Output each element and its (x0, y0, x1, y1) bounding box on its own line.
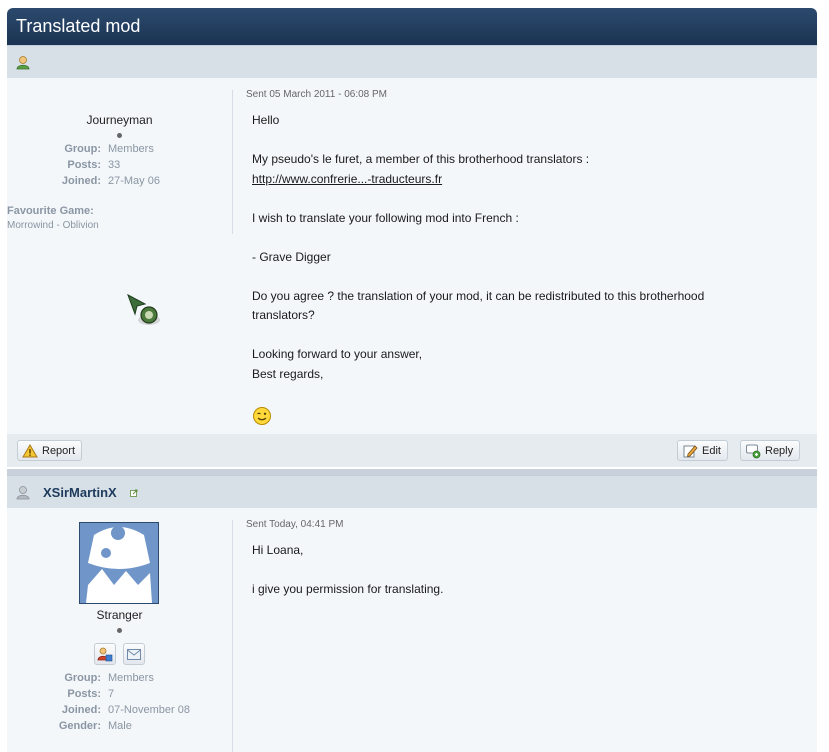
user-offline-icon (16, 486, 30, 500)
avatar[interactable] (79, 522, 159, 604)
online-status-dot (117, 628, 122, 633)
brotherhood-link[interactable]: http://www.confrerie...-traducteurs.fr (252, 172, 442, 186)
topic-title: Translated mod (16, 16, 141, 36)
report-button[interactable]: Report (17, 440, 83, 461)
post-line: Looking forward to your answer, (252, 347, 423, 361)
reply-label: Reply (765, 444, 794, 457)
post-line: Best regards, (252, 366, 324, 381)
topic-title-bar: Translated mod (7, 8, 817, 45)
post-content: Hi Loana, i give you permission for tran… (252, 541, 792, 600)
author-info: Journeyman Group: Members Posts: 33 Join… (7, 78, 232, 434)
edit-button[interactable]: Edit (677, 440, 728, 461)
online-status-dot (117, 133, 122, 138)
post-body: Stranger Group: Members Posts: 7 Joined: (7, 508, 817, 752)
game-cursor-icon (127, 293, 160, 325)
info-group: Group: Members (64, 143, 154, 155)
post-line: I wish to translate your following mod i… (252, 210, 519, 225)
favourite-game-value: Morrowind - Oblivion (7, 220, 99, 231)
post-line: Hello (252, 113, 280, 127)
envelope-icon (127, 649, 141, 660)
warning-icon (22, 443, 38, 457)
post-line: My pseudo's le furet, a member of this b… (252, 152, 590, 166)
reply-icon (746, 444, 761, 458)
info-posts: Posts: 7 (67, 688, 115, 700)
author-info: Stranger Group: Members Posts: 7 Joined: (7, 508, 232, 752)
author-rank: Stranger (96, 608, 143, 622)
post-line: - Grave Digger (252, 249, 331, 264)
post-footer: Report Edit Reply (7, 434, 817, 467)
info-joined: Joined: 27-May 06 (61, 175, 160, 187)
external-link-icon[interactable] (130, 489, 138, 497)
column-divider (232, 520, 233, 752)
edit-icon (683, 444, 698, 457)
profile-card-icon (97, 647, 113, 662)
column-divider (232, 90, 233, 234)
edit-label: Edit (702, 444, 721, 457)
info-gender: Gender: Male (58, 720, 132, 732)
post-line: Do you agree ? the translation of your m… (252, 288, 705, 303)
post-header: XSirMartinX (7, 475, 817, 508)
wink-smiley-icon (253, 406, 271, 425)
post-line: translators? (252, 308, 315, 322)
info-group: Group: Members (64, 672, 154, 684)
avatar-image (80, 523, 158, 603)
post-date: Sent 05 March 2011 - 06:08 PM (246, 89, 388, 100)
post-header (7, 45, 817, 78)
user-icon[interactable] (16, 55, 30, 70)
post-date: Sent Today, 04:41 PM (246, 519, 344, 530)
profile-button[interactable] (94, 643, 116, 665)
author-rank: Journeyman (86, 113, 153, 127)
info-joined: Joined: 07-November 08 (61, 704, 190, 716)
post-line: i give you permission for translating. (252, 582, 444, 596)
send-message-button[interactable] (123, 643, 145, 665)
post-content: Hello My pseudo's le furet, a member of … (252, 111, 792, 432)
reply-button[interactable]: Reply (740, 440, 801, 461)
info-posts: Posts: 33 (67, 159, 121, 171)
post-body: Journeyman Group: Members Posts: 33 Join… (7, 78, 817, 434)
post-line: Hi Loana, (252, 543, 304, 557)
username-link[interactable]: XSirMartinX (43, 485, 117, 500)
favourite-game-label: Favourite Game: (7, 205, 94, 217)
report-label: Report (42, 444, 76, 457)
